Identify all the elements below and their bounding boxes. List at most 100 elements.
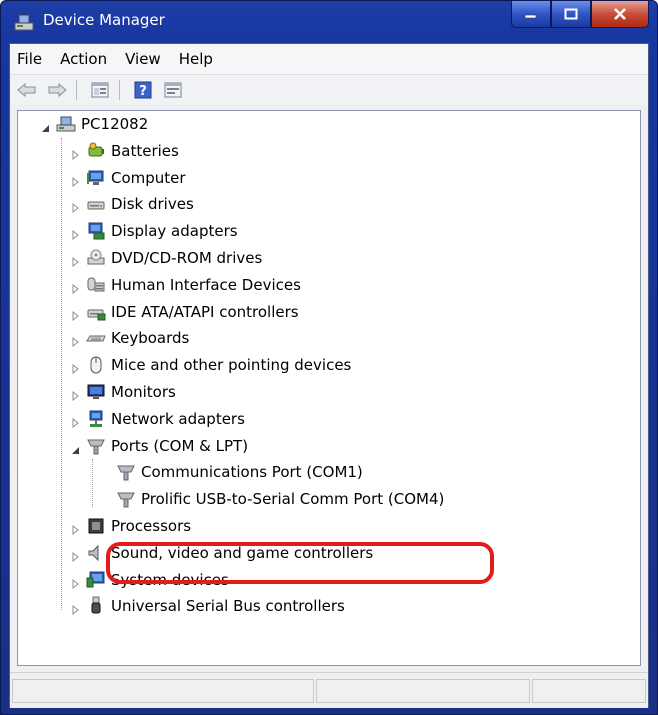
expand-arrow-icon[interactable] (72, 253, 80, 268)
tree-item-label: Processors (111, 517, 192, 535)
system-device-icon (86, 570, 106, 590)
expand-arrow-icon[interactable] (72, 575, 80, 589)
tree-connector (102, 467, 110, 477)
computer-icon (86, 168, 106, 188)
disk-drive-icon (86, 194, 106, 214)
show-hide-console-tree-button[interactable] (87, 79, 113, 101)
port-icon (116, 462, 136, 482)
close-button[interactable] (591, 1, 649, 28)
client-area: File Action View Help ? PC12082 Batterie… (9, 43, 649, 708)
tree-connector-line (61, 137, 62, 611)
tree-item-label: Mice and other pointing devices (111, 356, 352, 375)
tree-item-label: DVD/CD-ROM drives (111, 249, 263, 267)
expand-arrow-icon[interactable] (72, 601, 80, 616)
menu-file[interactable]: File (10, 50, 51, 68)
port-icon (86, 436, 106, 456)
expand-arrow-icon[interactable] (72, 280, 80, 294)
tree-item-keyboard[interactable]: Keyboards (72, 327, 189, 349)
properties-icon[interactable] (160, 79, 186, 101)
tree-item-label: Network adapters (111, 409, 245, 428)
expand-arrow-icon[interactable] (72, 146, 80, 160)
tree-root-pc[interactable]: PC12082 (42, 113, 148, 135)
tree-item-label: Monitors (111, 383, 176, 401)
expand-arrow-icon[interactable] (72, 414, 80, 428)
computer-root (56, 114, 76, 134)
help-icon[interactable]: ? (130, 79, 156, 101)
expand-arrow-icon[interactable] (72, 387, 80, 402)
menu-view[interactable]: View (116, 50, 170, 68)
toolbar-separator (119, 80, 120, 100)
tree-item-disk-drive[interactable]: Disk drives (72, 193, 194, 215)
collapse-arrow-icon[interactable] (72, 441, 80, 454)
tree-item-port[interactable]: Ports (COM & LPT) (72, 435, 248, 457)
expand-arrow-icon[interactable] (72, 333, 80, 348)
tree-item-label: IDE ATA/ATAPI controllers (111, 302, 299, 321)
tree-item-label: Human Interface Devices (111, 275, 301, 294)
tree-item-battery[interactable]: Batteries (72, 140, 179, 162)
tree-item-label: Communications Port (COM1) (141, 463, 363, 482)
tree-item-label: Keyboards (111, 329, 190, 348)
highlight-annotation (106, 542, 494, 584)
device-manager-icon (13, 13, 35, 33)
expand-arrow-icon[interactable] (72, 548, 80, 562)
tree-item-label: Computer (111, 168, 186, 187)
tree-item-label: Disk drives (111, 195, 194, 214)
status-pane (532, 679, 646, 703)
tree-item-hid[interactable]: Human Interface Devices (72, 274, 301, 296)
tree-item-display-adapter[interactable]: Display adapters (72, 220, 238, 242)
title-bar[interactable]: Device Manager (1, 1, 657, 41)
usb-icon (86, 596, 106, 616)
tree-item-prolific-port[interactable]: Prolific USB-to-Serial Comm Port (COM4) (102, 488, 444, 510)
keyboard-icon (86, 328, 106, 348)
back-button[interactable] (14, 79, 40, 101)
speaker-icon (86, 543, 106, 563)
ide-controller-icon (86, 302, 106, 322)
monitor-icon (86, 382, 106, 402)
tree-item-monitor[interactable]: Monitors (72, 381, 176, 403)
window-title: Device Manager (43, 11, 165, 29)
toolbar-separator (76, 80, 77, 100)
tree-item-computer[interactable]: Computer (72, 167, 186, 189)
processor-icon (86, 516, 106, 536)
tree-item-ide-controller[interactable]: IDE ATA/ATAPI controllers (72, 301, 299, 323)
dvd-drive-icon (86, 248, 106, 268)
forward-button[interactable] (44, 79, 70, 101)
tree-item-label: Display adapters (111, 222, 238, 241)
tree-item-dvd-drive[interactable]: DVD/CD-ROM drives (72, 247, 262, 269)
status-pane (12, 679, 314, 703)
tree-connector-line (92, 459, 93, 507)
battery-icon (86, 141, 106, 161)
expand-arrow-icon[interactable] (72, 226, 80, 241)
expand-arrow-icon[interactable] (72, 173, 80, 187)
menu-help[interactable]: Help (170, 50, 222, 68)
tree-item-usb[interactable]: Universal Serial Bus controllers (72, 595, 345, 617)
menu-action[interactable]: Action (51, 50, 116, 68)
tree-item-label: Ports (COM & LPT) (111, 436, 249, 455)
maximize-button[interactable] (551, 1, 591, 28)
minimize-button[interactable] (511, 1, 551, 28)
tree-item-network-adapter[interactable]: Network adapters (72, 408, 245, 430)
menu-bar: File Action View Help (10, 44, 648, 74)
tree-item-com1-port[interactable]: Communications Port (COM1) (102, 461, 363, 483)
status-pane (316, 679, 530, 703)
status-bar (10, 672, 648, 708)
display-adapter-icon (86, 221, 106, 241)
tree-item-label: PC12082 (81, 115, 149, 133)
svg-text:?: ? (139, 84, 147, 99)
port-icon (116, 489, 136, 509)
tree-connector (102, 494, 110, 504)
tree-item-label: Prolific USB-to-Serial Comm Port (COM4) (141, 490, 445, 509)
tree-item-label: Batteries (111, 141, 179, 160)
expand-arrow-icon[interactable] (72, 360, 80, 375)
hid-icon (86, 275, 106, 295)
network-adapter-icon (86, 409, 106, 429)
mouse-icon (86, 355, 106, 375)
expand-arrow-icon[interactable] (72, 307, 80, 321)
expand-arrow-icon[interactable] (72, 199, 80, 214)
expand-arrow-icon[interactable] (72, 521, 80, 536)
collapse-arrow-icon[interactable] (42, 119, 50, 132)
tree-item-label: Universal Serial Bus controllers (111, 597, 345, 616)
tree-item-processor[interactable]: Processors (72, 515, 191, 537)
toolbar: ? (10, 74, 648, 105)
tree-item-mouse[interactable]: Mice and other pointing devices (72, 354, 351, 376)
